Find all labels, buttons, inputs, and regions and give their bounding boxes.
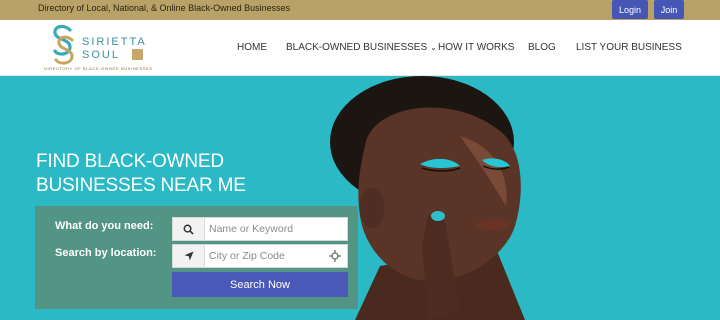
join-button[interactable]: Join (654, 0, 684, 19)
logo-name-line1: SIRIETTA (82, 36, 147, 48)
keyword-field (172, 217, 348, 241)
location-field (172, 244, 348, 268)
nav-home[interactable]: HOME (237, 42, 267, 53)
search-now-button[interactable]: Search Now (172, 272, 348, 297)
hero-banner: FIND BLACK-OWNED BUSINESSES NEAR ME What… (0, 76, 720, 320)
logo-name-line2: SOUL (82, 49, 120, 61)
hero-title-line2: BUSINESSES NEAR ME (36, 175, 246, 196)
nav-black-owned-businesses-label: BLACK-OWNED BUSINESSES (286, 42, 428, 53)
logo-seal-icon (132, 49, 143, 60)
location-input[interactable] (209, 247, 327, 265)
top-bar: Directory of Local, National, & Online B… (0, 0, 720, 20)
nav-how-it-works[interactable]: HOW IT WORKS (438, 42, 514, 53)
login-button[interactable]: Login (612, 0, 648, 19)
site-header: SIRIETTA SOUL DIRECTORY OF BLACK-OWNED B… (0, 20, 720, 76)
search-panel: What do you need: Search by location: Se… (35, 206, 358, 309)
hero-title-line1: FIND BLACK-OWNED (36, 151, 224, 172)
search-icon (173, 218, 205, 240)
logo-mark-icon (53, 24, 74, 65)
hero-photo (330, 76, 525, 320)
site-logo[interactable]: SIRIETTA SOUL DIRECTORY OF BLACK-OWNED B… (44, 22, 174, 72)
keyword-input[interactable] (209, 220, 327, 238)
chevron-down-icon: ⌄ (430, 43, 437, 52)
location-arrow-icon (173, 245, 205, 267)
nav-blog[interactable]: BLOG (528, 42, 556, 53)
crosshair-icon[interactable] (329, 250, 341, 262)
logo-subtitle: DIRECTORY OF BLACK-OWNED BUSINESSES (44, 66, 153, 71)
nav-list-your-business[interactable]: LIST YOUR BUSINESS (576, 42, 682, 53)
site-tagline: Directory of Local, National, & Online B… (38, 3, 291, 13)
need-label: What do you need: (55, 220, 154, 232)
nav-black-owned-businesses[interactable]: BLACK-OWNED BUSINESSES ⌄ (286, 42, 437, 53)
location-label: Search by location: (55, 247, 157, 259)
